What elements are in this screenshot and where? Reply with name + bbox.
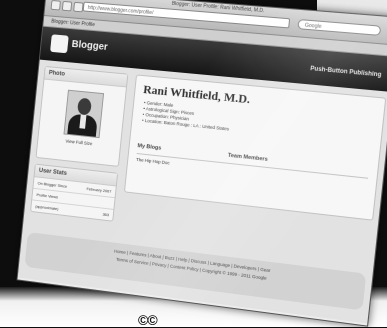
tab-active[interactable]: Blogger: User Profile: [51, 19, 95, 29]
photo-box: View Full Size: [37, 80, 126, 166]
blogger-logo-icon[interactable]: [50, 34, 69, 54]
profile-photo[interactable]: [63, 89, 105, 139]
photo-panel: Photo View Full Size: [35, 65, 129, 167]
forward-button[interactable]: [61, 0, 73, 12]
stats-value: [110, 201, 111, 206]
team-members-heading: Team Members: [227, 152, 268, 163]
blogger-logo-text[interactable]: Blogger: [71, 39, 108, 53]
footer-links[interactable]: Home | Features | About | Buzz | Help | …: [27, 232, 366, 285]
stats-label: (approximate): [35, 203, 59, 212]
nav-buttons: [50, 0, 84, 13]
photo-head: [76, 97, 92, 116]
blog-link[interactable]: The Hip Hop Doc: [136, 157, 170, 166]
stats-label: Profile Views: [36, 192, 59, 200]
profile-panel: Rani Whitfield, M.D. • Gender: Male • As…: [123, 74, 387, 221]
blogger-tagline: Push-Button Publishing: [309, 66, 382, 79]
view-full-size-link[interactable]: View Full Size: [38, 136, 120, 150]
bottom-mark: ©©: [138, 312, 158, 328]
reload-button[interactable]: [73, 1, 84, 13]
sidebar: Photo View Full Size User Stats On Blogg…: [29, 65, 129, 228]
browser-window: Blogger: User Profile: Rani Whitfield, M…: [16, 0, 387, 327]
my-blogs-heading: My Blogs: [137, 143, 162, 152]
stats-value: February 2007: [86, 186, 112, 194]
back-button[interactable]: [50, 0, 61, 11]
page-content: Photo View Full Size User Stats On Blogg…: [17, 59, 387, 324]
profile-facts: • Gender: Male • Astrological Sign: Pisc…: [142, 100, 231, 132]
stats-panel: User Stats On Blogger Since February 200…: [30, 163, 119, 222]
stats-value: 363: [102, 211, 110, 218]
page-footer: Home | Features | About | Buzz | Help | …: [24, 232, 367, 311]
photo-scene: Blogger: User Profile: Rani Whitfield, M…: [0, 0, 387, 327]
stats-label: On Blogger Since: [37, 180, 68, 189]
